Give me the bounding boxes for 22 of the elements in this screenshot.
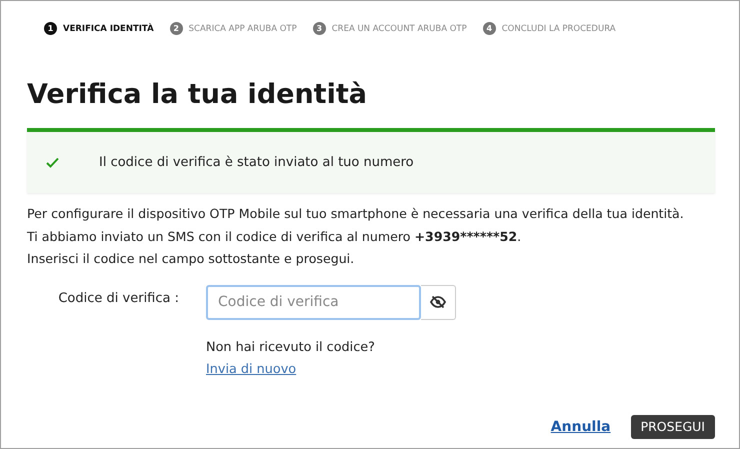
- step-number: 2: [170, 22, 183, 35]
- instruction-text: Inserisci il codice nel campo sottostante e prosegui.: [27, 250, 356, 268]
- continue-button[interactable]: PROSEGUI: [630, 414, 715, 438]
- check-icon: [46, 157, 59, 168]
- step-number: 4: [482, 22, 496, 35]
- resend-link[interactable]: Invia di nuovo: [206, 362, 296, 376]
- field-label: Codice di verifica :: [57, 290, 179, 308]
- alert-message: Il codice di verifica è stato inviato al tuo numero: [99, 155, 414, 170]
- step-number: 3: [312, 22, 326, 35]
- cancel-link[interactable]: Annulla: [550, 418, 611, 434]
- instruction-text: Ti abbiamo inviato un SMS con il codice di verifica al numero +3939******52.: [27, 228, 522, 246]
- step-label: VERIFICA IDENTITÀ: [63, 24, 154, 34]
- step-number: 1: [44, 22, 57, 35]
- instruction-text: Per configurare il dispositivo OTP Mobile sul tuo smartphone è necessaria una verifica della tua identità.: [27, 205, 685, 223]
- verification-code-field[interactable]: Codice di verifica: [206, 284, 422, 320]
- step-label: SCARICA APP ARUBA OTP: [188, 24, 297, 34]
- visibility-toggle-button[interactable]: [421, 284, 456, 320]
- resend-prompt: Non hai ricevuto il codice?: [206, 340, 375, 354]
- step-label: CREA UN ACCOUNT ARUBA OTP: [332, 24, 467, 34]
- eye-slash-icon: [430, 296, 446, 308]
- page-title: Verifica la tua identità: [27, 79, 368, 110]
- step-label: CONCLUDI LA PROCEDURA: [502, 24, 616, 34]
